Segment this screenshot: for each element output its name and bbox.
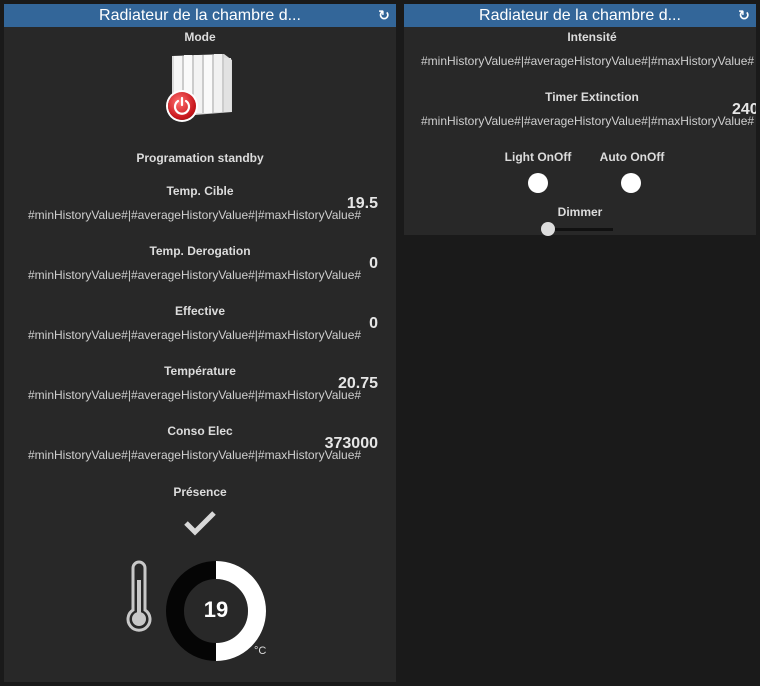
mode-label: Mode [184, 30, 216, 44]
left-panel: Radiateur de la chambre d... ↻ Mode Prog… [4, 4, 396, 682]
timer-value-text: 240 [732, 101, 756, 118]
light-onoff-label: Light OnOff [504, 150, 572, 164]
refresh-icon[interactable]: ↻ [736, 4, 752, 27]
metric-value: 373000 [324, 435, 378, 452]
metric-value: 19.5 [346, 195, 378, 212]
metric-value: 20.75 [337, 375, 378, 392]
thermostat-unit: °C [254, 645, 267, 657]
metric-value: 0 [369, 255, 378, 272]
panel-header: Radiateur de la chambre d... ↻ [404, 4, 756, 27]
dimmer-label: Dimmer [557, 205, 603, 219]
check-icon [184, 510, 216, 536]
thermostat-dial[interactable]: 19 °C [164, 559, 268, 663]
timer-label: Timer Extinction [545, 90, 639, 104]
panel-title: Radiateur de la chambre d... [99, 7, 301, 24]
thermometer-icon [124, 560, 154, 634]
panel-title: Radiateur de la chambre d... [479, 7, 681, 24]
intensite-history: #minHistoryValue#|#averageHistoryValue#|… [421, 54, 755, 68]
timer-value: 240 [732, 101, 756, 119]
power-icon[interactable] [168, 92, 196, 120]
auto-onoff-toggle[interactable] [621, 173, 641, 193]
auto-onoff-label: Auto OnOff [599, 150, 665, 164]
intensite-label: Intensité [567, 30, 617, 44]
dimmer-slider-handle[interactable] [541, 222, 555, 236]
radiator-icon[interactable] [164, 50, 236, 122]
presence-label: Présence [173, 485, 227, 499]
thermostat-value: 19 [203, 597, 229, 622]
dimmer-slider[interactable] [541, 222, 613, 236]
program-label: Programation standby [136, 151, 264, 165]
right-panel: Radiateur de la chambre d... ↻ Intensité… [404, 4, 756, 236]
refresh-icon[interactable]: ↻ [376, 4, 392, 27]
metric-value: 0 [369, 315, 378, 332]
light-onoff-toggle[interactable] [528, 173, 548, 193]
panel-header: Radiateur de la chambre d... ↻ [4, 4, 396, 27]
timer-history: #minHistoryValue#|#averageHistoryValue#|… [421, 114, 755, 128]
